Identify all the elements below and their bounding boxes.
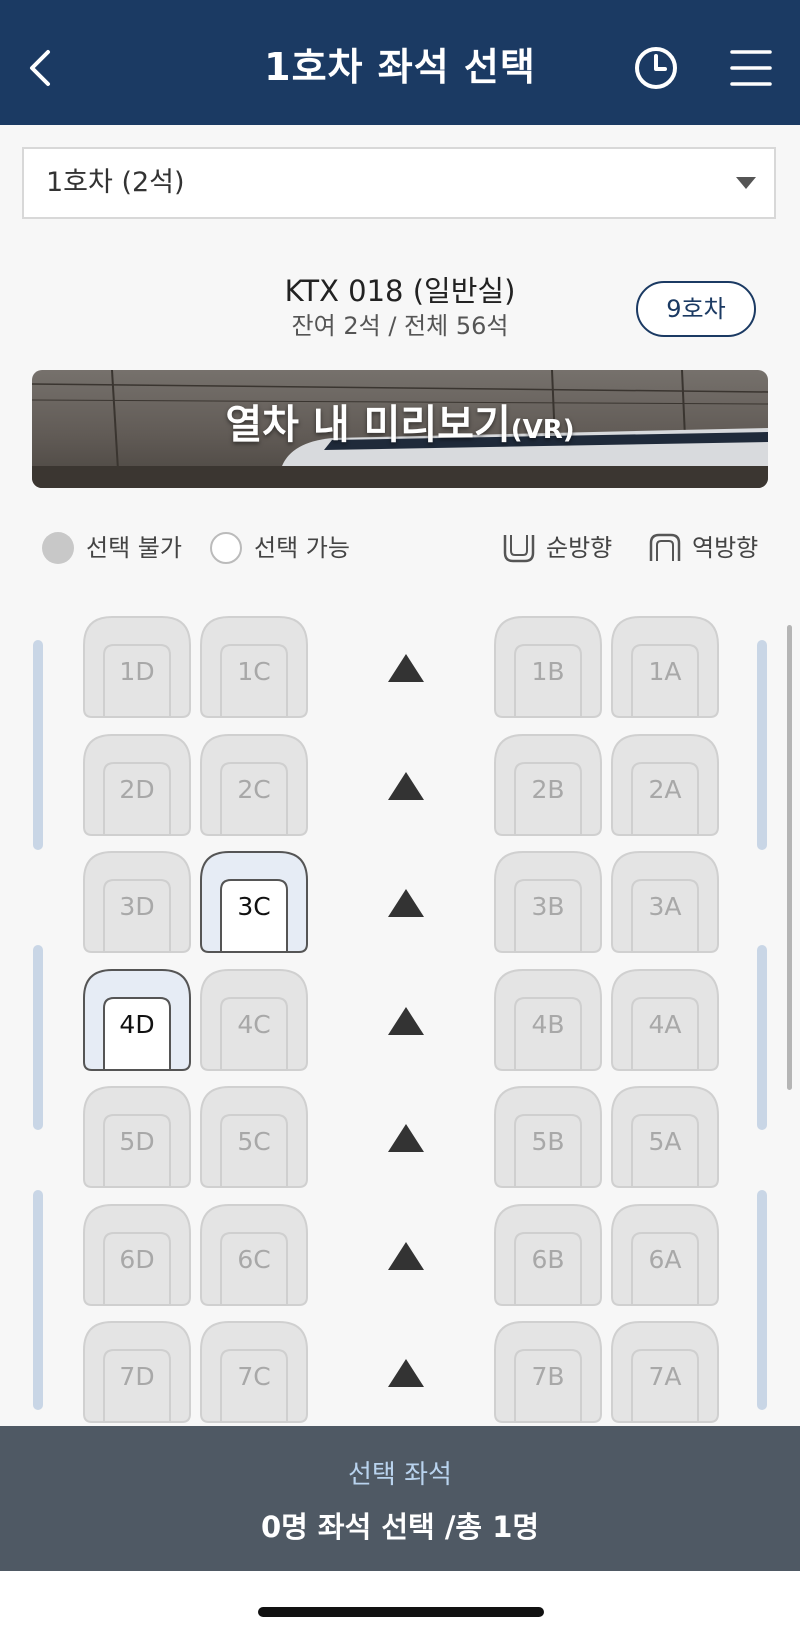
page-title: 1호차 좌석 선택: [264, 45, 536, 89]
car-select-value: 1호차 (2석): [46, 167, 185, 198]
seat-1D: 1D: [82, 615, 192, 719]
seat-4B: 4B: [493, 968, 603, 1072]
window-wall: [757, 640, 767, 850]
seat-3D: 3D: [82, 850, 192, 954]
direction-arrow-icon: [388, 654, 424, 682]
seat-label: 5A: [648, 1127, 682, 1156]
forward-seat-icon: [503, 535, 535, 563]
seat-label: 3A: [648, 892, 682, 921]
window-wall: [757, 1190, 767, 1410]
window-wall: [33, 945, 43, 1130]
scrollbar[interactable]: [787, 625, 792, 1090]
window-wall: [757, 945, 767, 1130]
seat-label: 3D: [119, 892, 155, 921]
direction-arrow-icon: [388, 772, 424, 800]
legend-available-label: 선택 가능: [254, 534, 350, 562]
direction-arrow-icon: [388, 1242, 424, 1270]
direction-arrow-icon: [388, 889, 424, 917]
unavailable-dot-icon: [42, 532, 74, 564]
seat-label: 1B: [531, 657, 565, 686]
top-bar: 1호차 좌석 선택: [0, 0, 800, 125]
seat-6B: 6B: [493, 1203, 603, 1307]
seat-label: 7A: [648, 1362, 682, 1391]
seat-5B: 5B: [493, 1085, 603, 1189]
clock-icon[interactable]: [632, 44, 680, 92]
window-wall: [33, 1190, 43, 1410]
seat-label: 4A: [648, 1010, 682, 1039]
seat-label: 6B: [531, 1245, 565, 1274]
seat-2D: 2D: [82, 733, 192, 837]
seat-2C: 2C: [199, 733, 309, 837]
selected-seat-status: 0명 좌석 선택 /총 1명: [260, 1510, 540, 1544]
seat-label: 2B: [531, 775, 565, 804]
legend-forward: 순방향: [502, 528, 622, 568]
seat-label: 6D: [119, 1245, 155, 1274]
vr-title-text: 열차 내 미리보기: [225, 402, 511, 448]
seat-3B: 3B: [493, 850, 603, 954]
seat-label: 4D: [119, 1010, 155, 1039]
direction-arrow-icon: [388, 1124, 424, 1152]
selected-seat-label: 선택 좌석: [348, 1460, 452, 1490]
seat-label: 5C: [237, 1127, 271, 1156]
seat-label: 1C: [237, 657, 271, 686]
direction-arrow-icon: [388, 1007, 424, 1035]
seat-label: 5B: [531, 1127, 565, 1156]
seat-label: 7D: [119, 1362, 155, 1391]
seat-1C: 1C: [199, 615, 309, 719]
seat-label: 2D: [119, 775, 155, 804]
window-wall: [33, 640, 43, 850]
seat-5D: 5D: [82, 1085, 192, 1189]
car-select-dropdown[interactable]: 1호차 (2석): [22, 147, 776, 219]
legend-forward-label: 순방향: [546, 534, 613, 562]
seat-4A: 4A: [610, 968, 720, 1072]
vr-preview-title: 열차 내 미리보기(VR): [32, 370, 768, 480]
legend-reverse: 역방향: [648, 528, 768, 568]
seat-6C: 6C: [199, 1203, 309, 1307]
seat-3C[interactable]: 3C: [199, 850, 309, 954]
legend-reverse-label: 역방향: [692, 534, 759, 562]
seat-6D: 6D: [82, 1203, 192, 1307]
seat-5A: 5A: [610, 1085, 720, 1189]
seat-label: 3C: [237, 892, 271, 921]
seat-label: 5D: [119, 1127, 155, 1156]
legend-unavailable-label: 선택 불가: [86, 534, 182, 562]
seat-4D[interactable]: 4D: [82, 968, 192, 1072]
vr-suffix: (VR): [510, 415, 575, 445]
available-dot-icon: [210, 532, 242, 564]
seat-7A: 7A: [610, 1320, 720, 1424]
seat-label: 6A: [648, 1245, 682, 1274]
seat-label: 1D: [119, 657, 155, 686]
seat-2B: 2B: [493, 733, 603, 837]
direction-arrow-icon: [388, 1359, 424, 1387]
seat-2A: 2A: [610, 733, 720, 837]
menu-icon[interactable]: [728, 46, 774, 90]
car-switch-button[interactable]: 9호차: [636, 281, 756, 337]
vr-preview-banner[interactable]: 열차 내 미리보기(VR): [32, 370, 768, 488]
reverse-seat-icon: [649, 533, 681, 561]
selected-seat-bar: 선택 좌석 0명 좌석 선택 /총 1명: [0, 1426, 800, 1571]
seat-label: 3B: [531, 892, 565, 921]
seat-label: 1A: [648, 657, 682, 686]
seat-6A: 6A: [610, 1203, 720, 1307]
seat-label: 7B: [531, 1362, 565, 1391]
seat-label: 4B: [531, 1010, 565, 1039]
seat-1B: 1B: [493, 615, 603, 719]
home-indicator-area: [0, 1571, 800, 1636]
seat-3A: 3A: [610, 850, 720, 954]
seat-5C: 5C: [199, 1085, 309, 1189]
seat-label: 7C: [237, 1362, 271, 1391]
seat-7D: 7D: [82, 1320, 192, 1424]
legend-unavailable: 선택 불가: [42, 528, 202, 568]
seat-4C: 4C: [199, 968, 309, 1072]
seat-label: 6C: [237, 1245, 271, 1274]
seat-1A: 1A: [610, 615, 720, 719]
legend-available: 선택 가능: [210, 528, 370, 568]
seat-label: 2A: [648, 775, 682, 804]
seat-7C: 7C: [199, 1320, 309, 1424]
seat-7B: 7B: [493, 1320, 603, 1424]
seat-label: 2C: [237, 775, 271, 804]
seat-label: 4C: [237, 1010, 271, 1039]
home-indicator: [258, 1607, 544, 1617]
chevron-down-icon: [736, 177, 756, 189]
